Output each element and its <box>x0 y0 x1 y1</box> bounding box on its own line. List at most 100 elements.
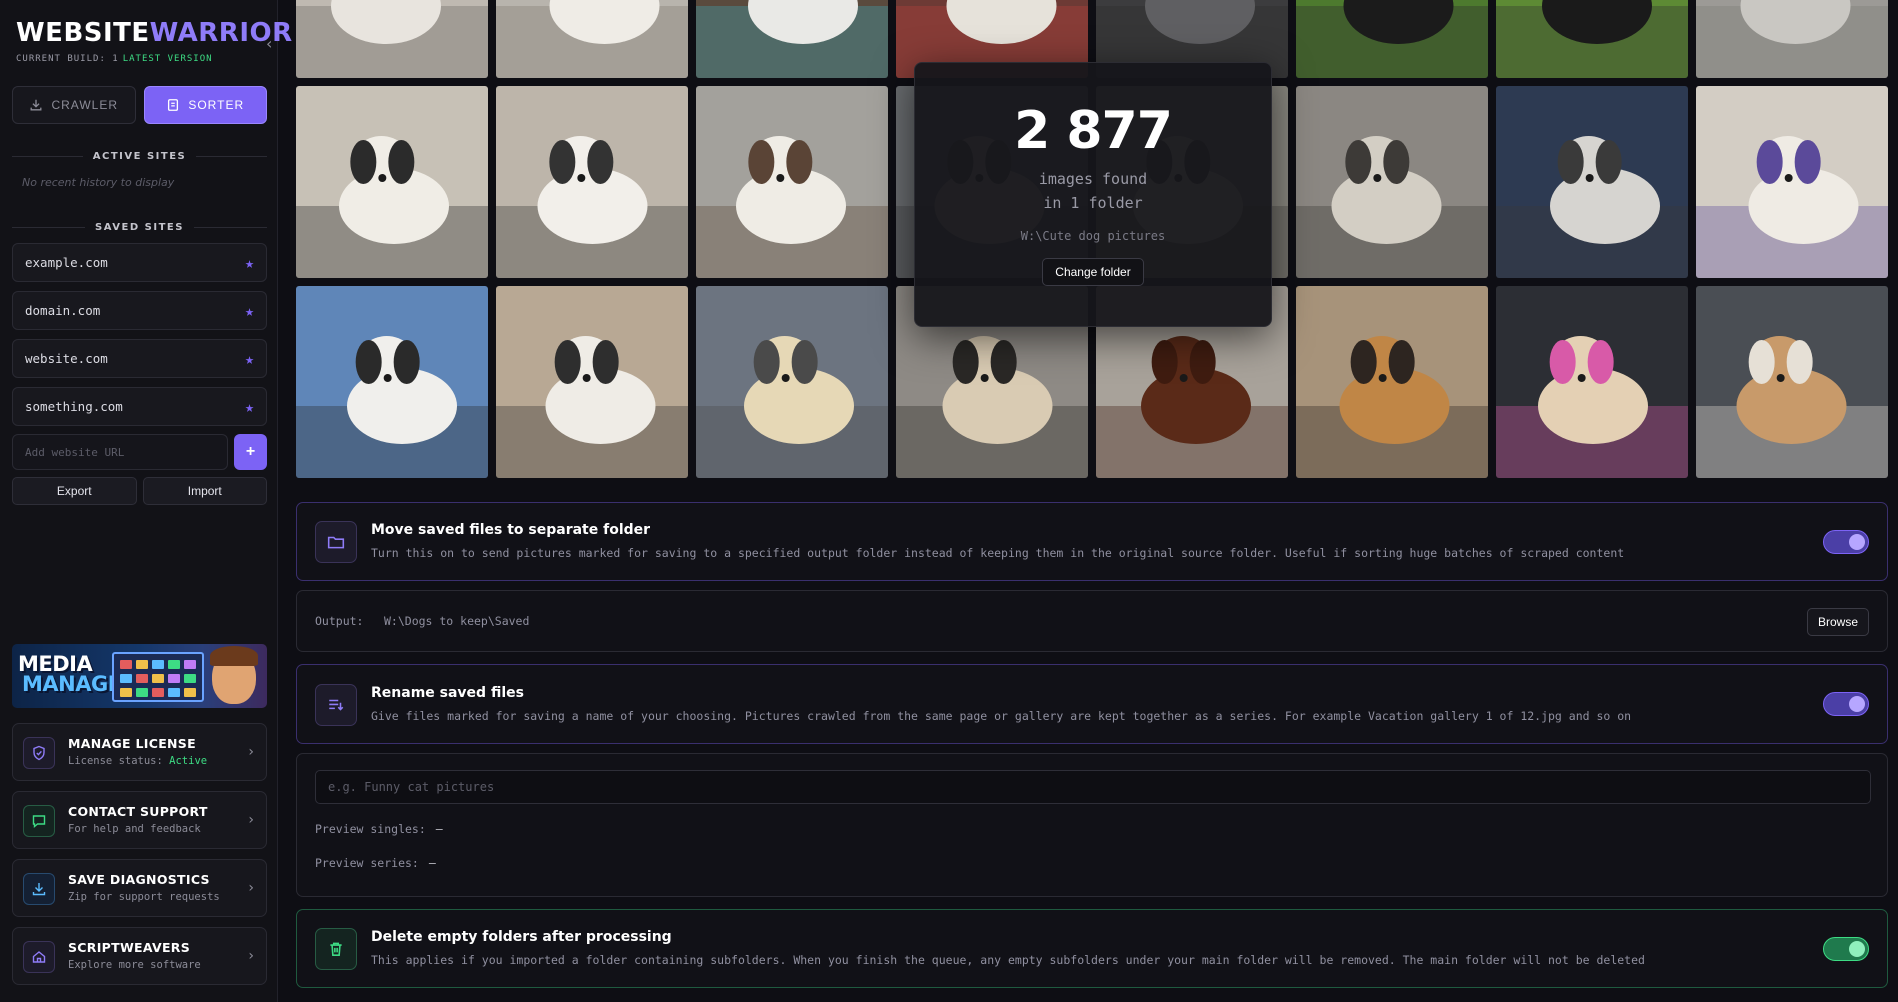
banner-mascot-illustration <box>210 646 258 704</box>
download-icon <box>31 99 42 111</box>
images-found-text: images found in 1 folder <box>1038 170 1148 212</box>
preview-singles-value: — <box>435 822 443 836</box>
image-thumbnail[interactable] <box>296 286 488 478</box>
active-sites-empty: No recent history to display <box>22 176 175 189</box>
logo-word-website: WEBSITE <box>16 18 150 48</box>
scriptweavers-card[interactable]: SCRIPTWEAVERS Explore more software › <box>12 927 267 985</box>
add-website-input[interactable] <box>12 434 228 470</box>
image-thumbnail[interactable] <box>1496 0 1688 78</box>
media-manager-banner[interactable]: MEDIA MANAGER <box>12 644 267 708</box>
manage-license-card[interactable]: MANAGE LICENSE License status: Active › <box>12 723 267 781</box>
card-subtitle: Zip for support requests <box>68 891 220 903</box>
chat-icon <box>23 805 55 837</box>
panel-title: Rename saved files <box>371 685 524 701</box>
build-status: LATEST VERSION <box>122 54 213 64</box>
panel-title: Delete empty folders after processing <box>371 929 672 945</box>
saved-site-label: example.com <box>25 255 108 270</box>
saved-site-item[interactable]: example.com ★ <box>12 243 267 282</box>
panel-title: Move saved files to separate folder <box>371 522 651 538</box>
card-subtitle: Explore more software <box>68 959 201 971</box>
panel-description: This applies if you imported a folder co… <box>371 953 1645 967</box>
delete-empty-folders-panel: Delete empty folders after processing Th… <box>296 909 1888 988</box>
output-folder-panel: Output: W:\Dogs to keep\Saved Browse <box>296 590 1888 652</box>
saved-site-item[interactable]: website.com ★ <box>12 339 267 378</box>
trash-icon <box>315 928 357 970</box>
image-thumbnail[interactable] <box>296 86 488 278</box>
image-thumbnail[interactable] <box>1496 86 1688 278</box>
image-thumbnail[interactable] <box>1296 286 1488 478</box>
export-button[interactable]: Export <box>12 477 137 505</box>
saved-site-item[interactable]: domain.com ★ <box>12 291 267 330</box>
home-icon <box>23 941 55 973</box>
source-folder-path: W:\Cute dog pictures <box>1020 229 1166 243</box>
image-count: 2 877 <box>1014 101 1173 161</box>
panel-description: Give files marked for saving a name of y… <box>371 709 1632 723</box>
image-thumbnail[interactable] <box>1696 86 1888 278</box>
saved-site-item[interactable]: something.com ★ <box>12 387 267 426</box>
chevron-right-icon: › <box>248 812 254 828</box>
tab-crawler[interactable]: CRAWLER <box>12 86 136 124</box>
add-site-row: + <box>12 434 267 470</box>
import-button[interactable]: Import <box>142 477 267 505</box>
star-icon[interactable]: ★ <box>245 350 254 368</box>
sidebar: WEBSITEWARRIOR CURRENT BUILD: 1 LATEST VE… <box>0 0 292 1002</box>
build-info: CURRENT BUILD: 1 LATEST VERSION <box>16 54 213 64</box>
browse-button[interactable]: Browse <box>1806 608 1869 636</box>
card-title: MANAGE LICENSE <box>68 736 196 751</box>
image-thumbnail[interactable] <box>1296 86 1488 278</box>
tab-crawler-label: CRAWLER <box>51 98 119 112</box>
star-icon[interactable]: ★ <box>245 254 254 272</box>
license-status-value: Active <box>169 755 208 767</box>
tab-sorter[interactable]: SORTER <box>143 86 267 124</box>
saved-site-label: website.com <box>25 351 108 366</box>
saved-site-label: something.com <box>25 399 123 414</box>
rename-list-icon <box>315 684 357 726</box>
image-thumbnail[interactable] <box>296 0 488 78</box>
rename-saved-files-panel: Rename saved files Give files marked for… <box>296 664 1888 744</box>
license-status: License status: Active <box>68 755 208 767</box>
build-number: CURRENT BUILD: 1 <box>16 54 119 64</box>
contact-support-card[interactable]: CONTACT SUPPORT For help and feedback › <box>12 791 267 849</box>
chevron-right-icon: › <box>248 744 254 760</box>
image-thumbnail[interactable] <box>696 86 888 278</box>
image-thumbnail[interactable] <box>1696 0 1888 78</box>
saved-sites-heading: SAVED SITES <box>12 222 267 233</box>
rename-settings-panel: Preview singles:— Preview series:— <box>296 753 1888 897</box>
image-thumbnail[interactable] <box>1296 0 1488 78</box>
card-title: SCRIPTWEAVERS <box>68 940 191 955</box>
save-diagnostics-card[interactable]: SAVE DIAGNOSTICS Zip for support request… <box>12 859 267 917</box>
import-export-row: Export Import <box>12 477 267 505</box>
sorter-icon <box>168 99 179 111</box>
image-thumbnail[interactable] <box>696 0 888 78</box>
panel-description: Turn this on to send pictures marked for… <box>371 546 1625 560</box>
shield-icon <box>23 737 55 769</box>
star-icon[interactable]: ★ <box>245 398 254 416</box>
card-title: SAVE DIAGNOSTICS <box>68 872 210 887</box>
image-thumbnail[interactable] <box>496 86 688 278</box>
add-website-button[interactable]: + <box>234 434 267 470</box>
card-subtitle: For help and feedback <box>68 823 201 835</box>
image-thumbnail[interactable] <box>496 0 688 78</box>
preview-singles: Preview singles: — <box>315 822 443 836</box>
output-label: Output: <box>315 614 364 628</box>
delete-empty-folders-toggle[interactable] <box>1823 937 1869 961</box>
image-thumbnail[interactable] <box>496 286 688 478</box>
image-thumbnail[interactable] <box>1696 286 1888 478</box>
image-thumbnail[interactable] <box>696 286 888 478</box>
banner-screen-illustration <box>112 652 204 702</box>
rename-saved-files-toggle[interactable] <box>1823 692 1869 716</box>
move-saved-files-toggle[interactable] <box>1823 530 1869 554</box>
collapse-sidebar-icon[interactable]: ‹ <box>266 34 272 53</box>
preview-series: Preview series: — <box>315 856 436 870</box>
image-thumbnail[interactable] <box>1496 286 1688 478</box>
tab-sorter-label: SORTER <box>188 98 245 112</box>
star-icon[interactable]: ★ <box>245 302 254 320</box>
change-folder-button[interactable]: Change folder <box>1042 258 1144 286</box>
download-icon <box>23 873 55 905</box>
active-sites-heading: ACTIVE SITES <box>12 151 267 162</box>
move-saved-files-panel: Move saved files to separate folder Turn… <box>296 502 1888 581</box>
card-title: CONTACT SUPPORT <box>68 804 208 819</box>
saved-site-label: domain.com <box>25 303 101 318</box>
rename-name-input[interactable] <box>315 770 1871 804</box>
chevron-right-icon: › <box>248 880 254 896</box>
